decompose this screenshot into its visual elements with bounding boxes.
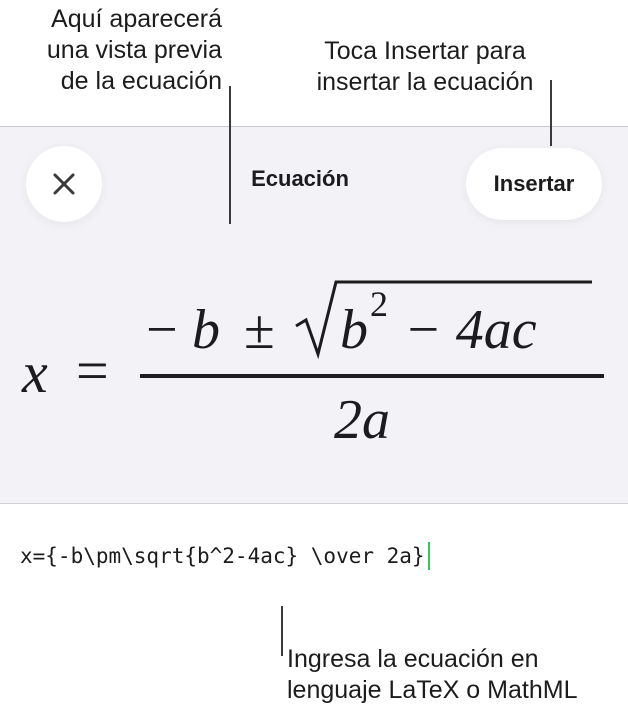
callout-insert-note: Toca Insertar para insertar la ecuación	[296, 36, 554, 98]
eq-equals: =	[76, 338, 109, 403]
close-icon	[53, 173, 75, 195]
callout-line: lenguaje LaTeX o MathML	[287, 676, 578, 704]
callout-input-note: Ingresa la ecuación en lenguaje LaTeX o …	[287, 644, 577, 706]
callout-line: Ingresa la ecuación en	[287, 645, 539, 673]
equation-input[interactable]: x={-b\pm\sqrt{b^2-4ac} \over 2a}	[20, 542, 430, 570]
insert-button[interactable]: Insertar	[466, 148, 602, 220]
leader-line-preview	[229, 86, 231, 224]
equation-input-value: x={-b\pm\sqrt{b^2-4ac} \over 2a}	[20, 544, 425, 568]
callout-line: insertar la ecuación	[316, 68, 534, 96]
close-button[interactable]	[26, 146, 102, 222]
equation-input-area[interactable]: x={-b\pm\sqrt{b^2-4ac} \over 2a}	[0, 503, 628, 614]
equation-preview-render: x = − b ± b 2 − 4ac 2a	[21, 280, 604, 451]
equation-preview: x = − b ± b 2 − 4ac 2a	[0, 262, 628, 462]
eq-radicand-exponent: 2	[370, 284, 388, 324]
leader-line-insert	[550, 80, 552, 146]
eq-minus: −	[146, 299, 178, 361]
callout-line: Aquí aparecerá	[51, 5, 222, 33]
eq-denominator: 2a	[334, 389, 390, 451]
leader-line-input	[281, 606, 283, 656]
callout-line: de la ecuación	[60, 67, 222, 95]
callout-line: una vista previa	[46, 36, 222, 64]
eq-b: b	[192, 299, 220, 361]
eq-radicand-b: b	[340, 299, 368, 361]
text-caret	[427, 542, 430, 570]
callout-line: Toca Insertar para	[324, 37, 526, 65]
callout-preview-note: Aquí aparecerá una vista previa de la ec…	[0, 4, 222, 97]
sheet-title: Ecuación	[251, 166, 349, 191]
eq-lhs-x: x	[21, 340, 48, 405]
eq-pm: ±	[244, 299, 275, 361]
eq-radicand-rest: − 4ac	[404, 299, 537, 361]
